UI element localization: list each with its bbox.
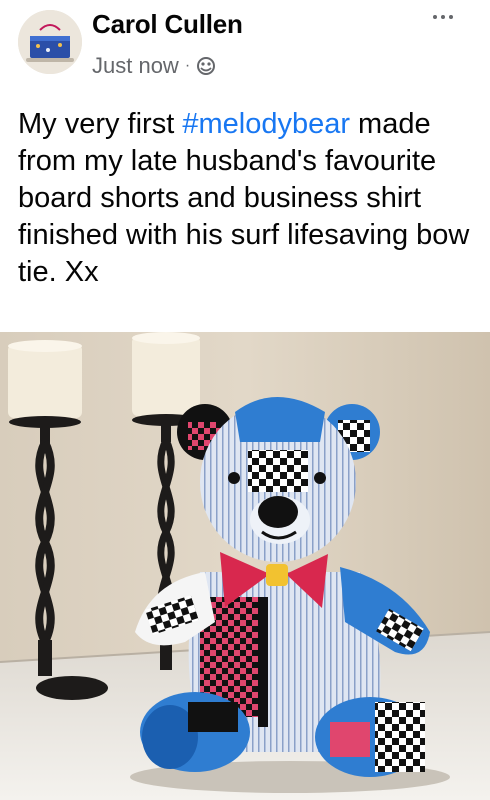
meta-separator: · xyxy=(184,57,191,74)
author-name[interactable]: Carol Cullen xyxy=(92,9,243,40)
more-options-icon[interactable] xyxy=(426,6,460,28)
post-text-start: My very first xyxy=(18,108,183,140)
avatar[interactable] xyxy=(18,10,82,74)
timestamp[interactable]: Just now xyxy=(92,53,179,79)
globe-icon[interactable] xyxy=(196,56,216,76)
post-text: My very first #melodybear made from my l… xyxy=(18,106,478,291)
post-photo[interactable] xyxy=(0,332,490,800)
post-meta: Just now · xyxy=(92,53,216,79)
post-header: Carol Cullen Just now · xyxy=(0,0,490,92)
hashtag-link[interactable]: #melodybear xyxy=(182,108,350,140)
